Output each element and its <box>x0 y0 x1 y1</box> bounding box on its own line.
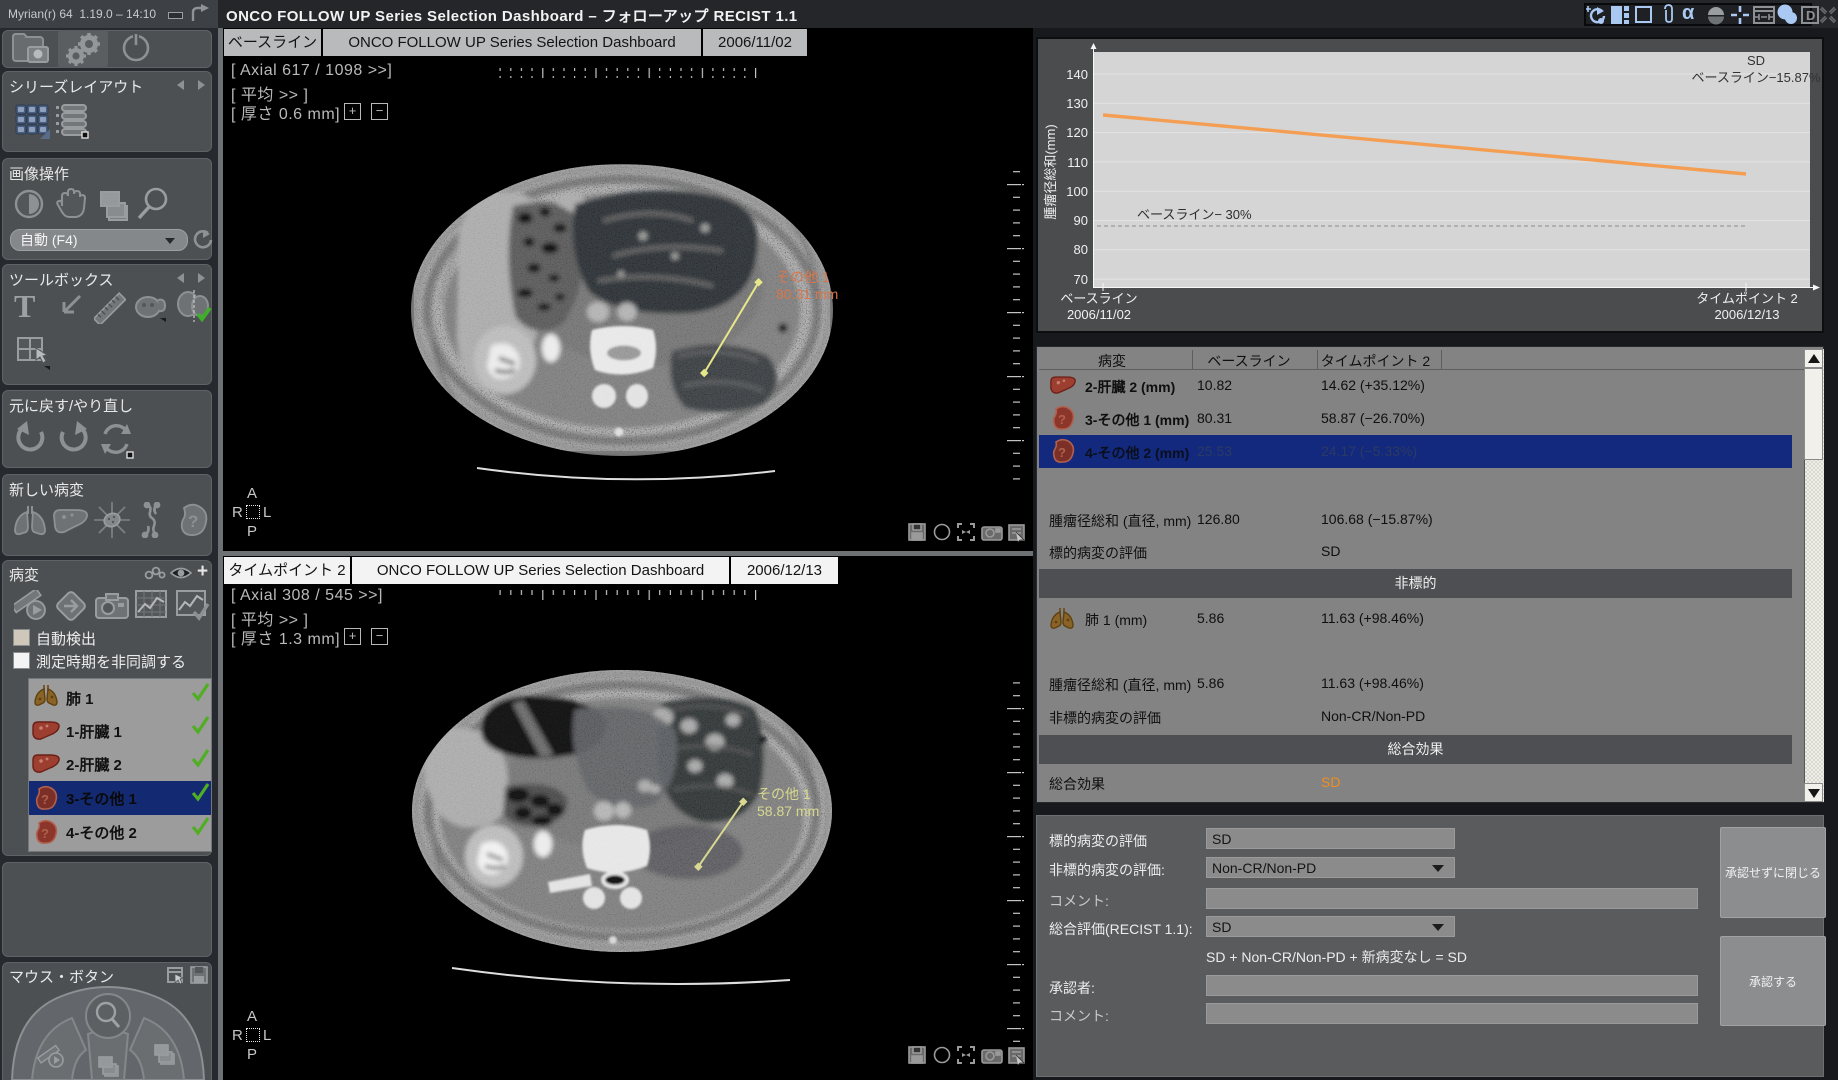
svg-text:80: 80 <box>1074 242 1088 257</box>
svg-text:140: 140 <box>1066 67 1088 82</box>
svg-text:?: ? <box>188 512 198 531</box>
svg-text:90: 90 <box>1074 213 1088 228</box>
svg-text:2006/12/13: 2006/12/13 <box>1714 307 1779 322</box>
svg-text:SD: SD <box>1747 53 1765 68</box>
svg-text:腫癅径総和(mm): 腫癅径総和(mm) <box>1043 124 1058 219</box>
svg-text:120: 120 <box>1066 125 1088 140</box>
svg-text:ベースライン−15.87%: ベースライン−15.87% <box>1691 70 1820 85</box>
svg-text:2006/11/02: 2006/11/02 <box>1067 307 1131 322</box>
svg-text:ベースライン: ベースライン <box>1060 291 1137 306</box>
svg-text:?: ? <box>41 792 49 807</box>
svg-text:?: ? <box>41 826 49 841</box>
svg-text:D: D <box>1806 8 1815 23</box>
svg-text:?: ? <box>1058 445 1066 460</box>
svg-text:タイムポイント 2: タイムポイント 2 <box>1696 291 1798 306</box>
svg-text:その他 1: その他 1 <box>776 269 830 285</box>
svg-text:ベースライン− 30%: ベースライン− 30% <box>1137 207 1252 222</box>
svg-text:?: ? <box>1058 412 1066 427</box>
svg-text:110: 110 <box>1067 155 1088 170</box>
svg-text:その他 1: その他 1 <box>757 786 811 802</box>
svg-text:130: 130 <box>1066 96 1088 111</box>
svg-text:100: 100 <box>1066 184 1088 199</box>
svg-text:70: 70 <box>1074 272 1088 287</box>
svg-text:58.87 mm: 58.87 mm <box>757 803 819 819</box>
svg-text:80.31 mm: 80.31 mm <box>776 286 838 302</box>
